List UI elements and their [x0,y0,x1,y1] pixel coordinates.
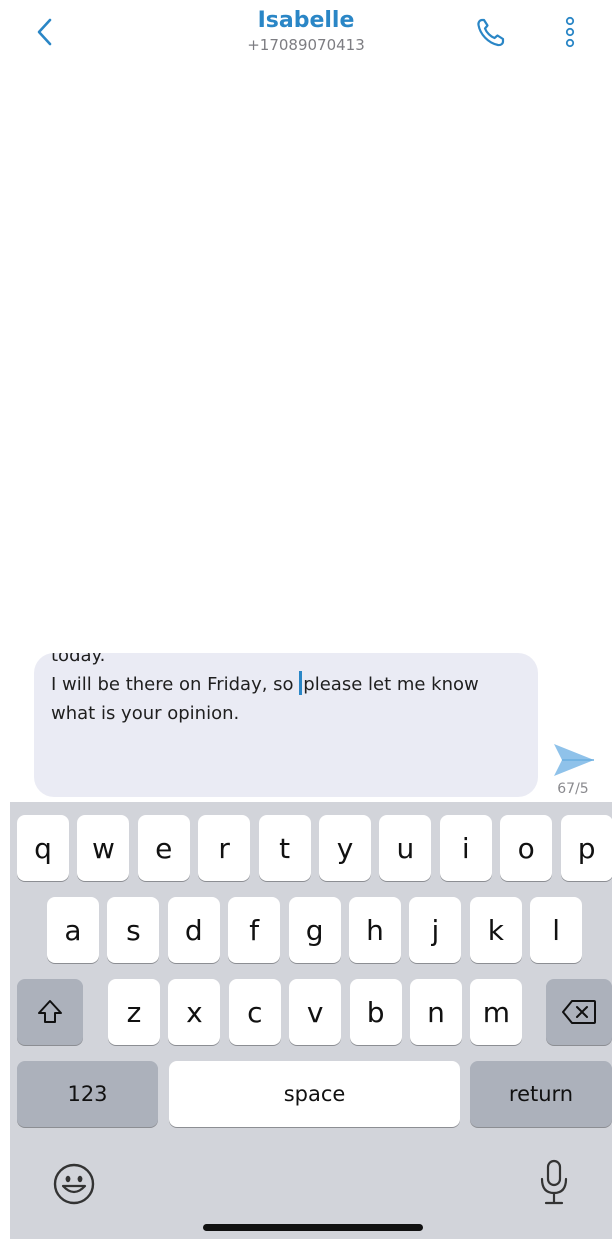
message-text: today. I will be there on Friday, so ple… [51,653,521,728]
key-i[interactable]: i [439,815,492,881]
key-r[interactable]: r [198,815,251,881]
chat-header: Isabelle +17089070413 [0,0,612,70]
shift-key[interactable] [17,979,83,1045]
key-w[interactable]: w [77,815,130,881]
key-p[interactable]: p [560,815,612,881]
microphone-icon [540,1159,568,1205]
key-c[interactable]: c [228,979,281,1045]
key-j[interactable]: j [409,897,462,963]
key-g[interactable]: g [288,897,341,963]
vertical-dots-icon [565,16,575,48]
space-key[interactable]: space [169,1061,460,1127]
key-s[interactable]: s [107,897,160,963]
key-n[interactable]: n [410,979,462,1045]
key-x[interactable]: x [168,979,221,1045]
emoji-button[interactable] [52,1162,96,1206]
call-button[interactable] [473,14,509,50]
message-text-before-cursor: I will be there on Friday, so [51,674,300,695]
key-o[interactable]: o [500,815,553,881]
message-line: what is your opinion. [51,703,240,724]
key-z[interactable]: z [108,979,160,1045]
contact-phone-number: +17089070413 [247,36,365,54]
phone-icon [477,18,505,47]
key-t[interactable]: t [258,815,311,881]
key-v[interactable]: v [289,979,342,1045]
key-l[interactable]: l [530,897,583,963]
key-e[interactable]: e [137,815,190,881]
message-text-after-cursor: please let me know [303,674,479,695]
message-line: I will be there on Friday, so please let… [51,670,521,699]
key-a[interactable]: a [47,897,99,963]
message-input[interactable]: today. I will be there on Friday, so ple… [34,653,538,797]
send-button[interactable] [552,740,596,780]
backspace-key[interactable] [546,979,612,1045]
numbers-key[interactable]: 123 [17,1061,158,1127]
emoji-icon [53,1163,95,1205]
key-u[interactable]: u [379,815,432,881]
key-d[interactable]: d [167,897,220,963]
character-counter: 67/5 [557,781,589,797]
home-indicator [203,1224,423,1231]
return-key[interactable]: return [470,1061,612,1127]
key-h[interactable]: h [349,897,401,963]
message-line: today. [51,653,106,666]
shift-icon [38,1000,62,1023]
dictation-button[interactable] [536,1158,572,1208]
more-options-button[interactable] [558,14,582,54]
contact-name: Isabelle [257,8,355,33]
key-q[interactable]: q [17,815,69,881]
text-cursor [299,671,303,695]
key-m[interactable]: m [470,979,523,1045]
contact-info: Isabelle +17089070413 [0,6,612,54]
key-f[interactable]: f [228,897,281,963]
key-k[interactable]: k [469,897,522,963]
send-icon [554,744,594,776]
key-y[interactable]: y [319,815,371,881]
key-b[interactable]: b [349,979,402,1045]
backspace-icon [562,1000,596,1024]
